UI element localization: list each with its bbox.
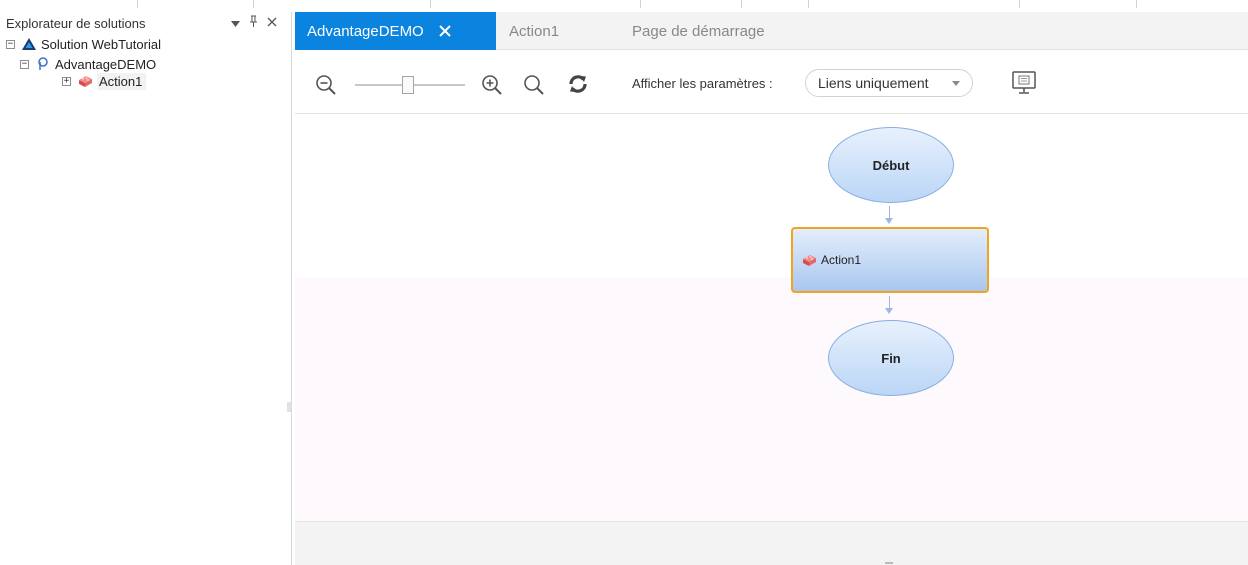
close-icon[interactable]: [267, 16, 277, 30]
arrow-head-icon: [885, 308, 893, 314]
collapse-toggle[interactable]: −: [20, 59, 29, 69]
explorer-header: Explorateur de solutions: [0, 12, 291, 34]
top-divider: [253, 0, 254, 8]
tree-item-solution[interactable]: − Solution WebTutorial: [6, 34, 291, 54]
action-brick-icon: [801, 253, 817, 267]
explorer-title: Explorateur de solutions: [6, 15, 146, 31]
flow-node-label: Action1: [821, 253, 862, 267]
expand-toggle[interactable]: +: [62, 76, 71, 86]
solution-tree: − Solution WebTutorial − AdvantageDEMO +…: [0, 34, 291, 91]
refresh-icon[interactable]: [567, 73, 589, 98]
tree-item-label: Solution WebTutorial: [41, 36, 161, 52]
tab-bar: AdvantageDEMO Action1 Page de démarrage: [295, 12, 1248, 50]
bottom-panel-strip: [295, 521, 1248, 565]
canvas-band: [295, 277, 1248, 521]
show-parameters-dropdown[interactable]: Liens uniquement: [805, 69, 973, 97]
flow-end-node[interactable]: Fin: [828, 320, 954, 396]
flow-canvas[interactable]: Début Action1 Fin: [295, 114, 1248, 521]
flow-action-node[interactable]: Action1: [791, 227, 989, 293]
flow-start-node[interactable]: Début: [828, 127, 954, 203]
flow-arrow: [889, 206, 890, 218]
monitor-icon[interactable]: [1011, 70, 1037, 99]
flow-arrow: [889, 296, 890, 308]
action-brick-icon: [77, 74, 93, 88]
canvas-toolbar: Afficher les paramètres : Liens uniqueme…: [295, 50, 1248, 114]
tab-label: AdvantageDEMO: [307, 22, 424, 40]
tab-label: Action1: [509, 22, 560, 40]
top-strip: [0, 0, 1248, 12]
tab-start-page[interactable]: Page de démarrage: [620, 12, 777, 50]
flow-node-label: Début: [872, 157, 910, 173]
tree-item-action[interactable]: + Action1: [6, 71, 291, 91]
splitter-grip[interactable]: [287, 402, 291, 416]
dropdown-arrow-icon[interactable]: [231, 16, 240, 30]
collapse-toggle[interactable]: −: [6, 39, 15, 49]
chevron-down-icon: [952, 81, 960, 86]
tab-advantagedemo[interactable]: AdvantageDEMO: [295, 12, 496, 50]
zoom-in-icon[interactable]: [481, 74, 503, 99]
gui-test-icon: [35, 57, 51, 71]
arrow-head-icon: [885, 218, 893, 224]
top-divider: [1019, 0, 1020, 8]
zoom-slider-thumb[interactable]: [402, 76, 414, 94]
close-tab-icon[interactable]: [438, 24, 452, 38]
top-divider: [741, 0, 742, 8]
solution-explorer-panel: Explorateur de solutions − Solution WebT…: [0, 12, 292, 565]
document-area: AdvantageDEMO Action1 Page de démarrage …: [295, 12, 1248, 565]
tab-label: Page de démarrage: [632, 22, 765, 40]
pin-icon[interactable]: [249, 15, 258, 30]
top-divider: [1136, 0, 1137, 8]
top-divider: [808, 0, 809, 8]
zoom-out-icon[interactable]: [315, 74, 337, 99]
show-parameters-label: Afficher les paramètres :: [632, 76, 773, 91]
top-divider: [137, 0, 138, 8]
solution-icon: [21, 37, 37, 51]
top-divider: [640, 0, 641, 8]
top-divider: [430, 0, 431, 8]
tree-item-label: Action1: [97, 72, 147, 90]
flow-node-label: Fin: [881, 350, 901, 366]
resize-grip[interactable]: [885, 562, 893, 564]
dropdown-value: Liens uniquement: [818, 75, 929, 91]
zoom-fit-icon[interactable]: [523, 74, 545, 99]
tree-item-label: AdvantageDEMO: [55, 56, 157, 72]
explorer-controls: [231, 15, 277, 30]
tab-action1[interactable]: Action1: [497, 12, 571, 50]
